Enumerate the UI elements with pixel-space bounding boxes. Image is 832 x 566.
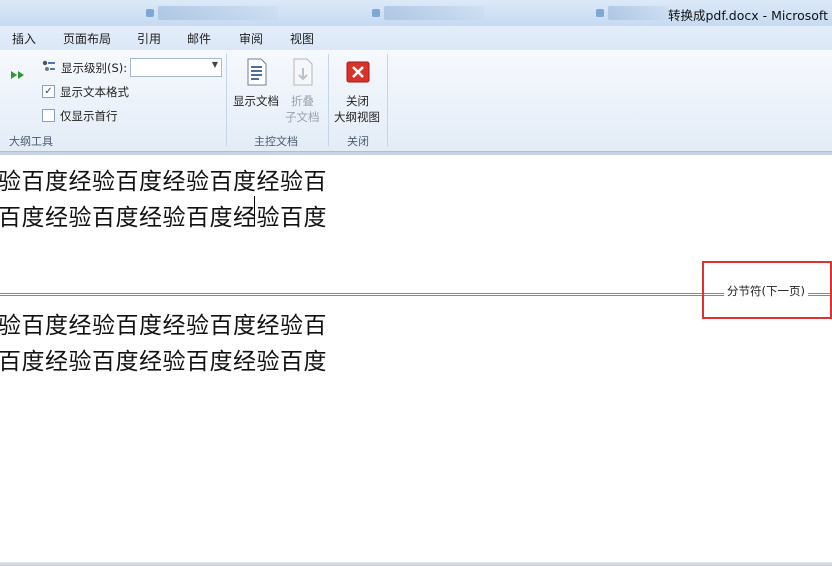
show-document-button[interactable]: 显示文档 bbox=[231, 56, 283, 126]
blurred-window-tab[interactable] bbox=[384, 6, 484, 20]
text-cursor bbox=[254, 196, 255, 226]
ribbon-panel: 显示级别(S): ▼ ✓ 显示文本格式 仅显示首行 大纲工具 显示文档 折叠 子… bbox=[0, 50, 832, 152]
collapse-subdocuments-button[interactable]: 折叠 子文档 bbox=[284, 56, 324, 128]
show-text-format-label: 显示文本格式 bbox=[60, 85, 129, 99]
tab-view[interactable]: 视图 bbox=[290, 30, 314, 47]
blurred-window-tab[interactable] bbox=[158, 6, 278, 20]
tab-insert[interactable]: 插入 bbox=[12, 30, 36, 47]
highlight-box bbox=[702, 261, 832, 319]
tab-review[interactable]: 审阅 bbox=[239, 30, 263, 47]
document-line-4: 百度经验百度经验百度经验百度 bbox=[0, 349, 327, 375]
show-text-format-checkbox[interactable]: ✓ bbox=[42, 85, 55, 98]
document-line-2: 百度经验百度经验百度经验百度 bbox=[0, 205, 327, 231]
ruler-edge bbox=[0, 152, 832, 155]
show-document-label: 显示文档 bbox=[233, 94, 279, 108]
group-divider bbox=[328, 54, 329, 146]
taskbar-app-icon bbox=[596, 9, 604, 17]
show-level-label: 显示级别(S): bbox=[61, 61, 128, 75]
blurred-window-tab[interactable] bbox=[608, 6, 668, 20]
tab-page-layout[interactable]: 页面布局 bbox=[63, 30, 111, 47]
document-line-3: 验百度经验百度经验百度经验百 bbox=[0, 313, 327, 339]
close-outline-label-line2: 大纲视图 bbox=[334, 110, 380, 124]
promote-arrow-icon[interactable] bbox=[10, 66, 28, 85]
collapse-subdocuments-icon bbox=[292, 58, 314, 90]
tab-references[interactable]: 引用 bbox=[137, 30, 161, 47]
group-divider bbox=[387, 54, 388, 146]
show-level-icon bbox=[41, 59, 57, 79]
show-level-dropdown[interactable]: ▼ bbox=[130, 58, 222, 77]
page-bottom-edge bbox=[0, 562, 832, 566]
close-outline-label-line1: 关闭 bbox=[346, 94, 369, 108]
collapse-subdocuments-label-line2: 子文档 bbox=[285, 110, 320, 124]
close-outline-view-button[interactable]: 关闭 大纲视图 bbox=[332, 56, 384, 128]
group-label-close: 关闭 bbox=[347, 135, 369, 148]
group-divider bbox=[226, 54, 227, 146]
tab-mailings[interactable]: 邮件 bbox=[187, 30, 211, 47]
ribbon-tab-bar: 插入 页面布局 引用 邮件 审阅 视图 bbox=[0, 26, 832, 51]
first-line-only-checkbox[interactable] bbox=[42, 109, 55, 122]
first-line-only-label: 仅显示首行 bbox=[60, 109, 118, 123]
chevron-down-icon: ▼ bbox=[211, 60, 218, 69]
taskbar-app-icon bbox=[146, 9, 154, 17]
group-label-outline-tools: 大纲工具 bbox=[9, 135, 53, 148]
window-title: 转换成pdf.docx - Microsoft bbox=[667, 8, 828, 23]
collapse-subdocuments-label-line1: 折叠 bbox=[291, 94, 314, 108]
group-label-master-document: 主控文档 bbox=[254, 135, 298, 148]
title-bar: 转换成pdf.docx - Microsoft bbox=[0, 0, 832, 26]
document-line-1: 验百度经验百度经验百度经验百 bbox=[0, 169, 327, 195]
show-document-icon bbox=[246, 58, 268, 90]
close-icon bbox=[346, 61, 370, 87]
taskbar-app-icon bbox=[372, 9, 380, 17]
